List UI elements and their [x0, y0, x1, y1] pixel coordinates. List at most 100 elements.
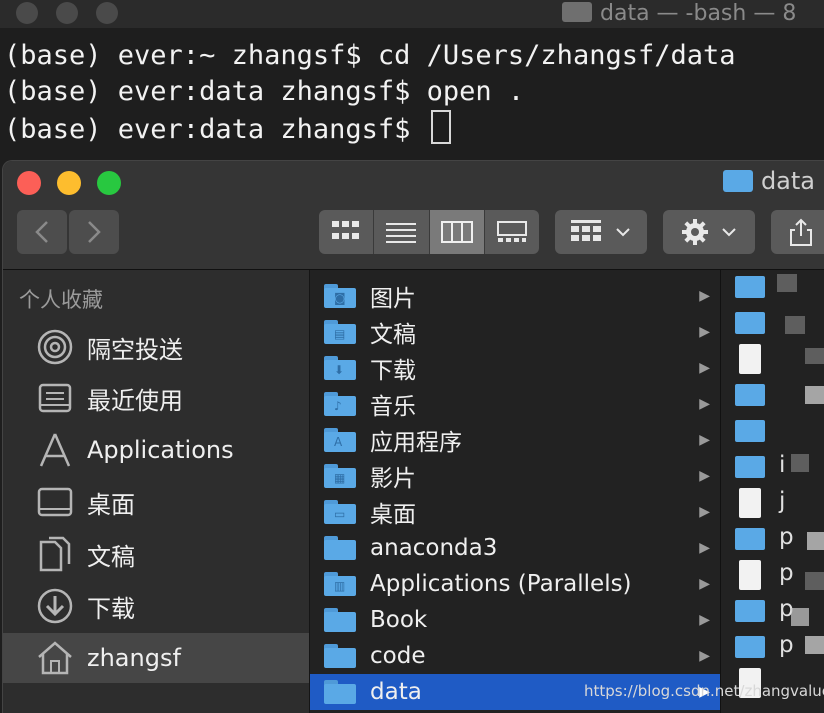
redacted-mark	[791, 608, 809, 626]
list-item[interactable]	[721, 306, 824, 342]
list-item[interactable]: ▤ 文稿 ▶	[310, 314, 720, 350]
list-item[interactable]	[721, 342, 824, 378]
applications-icon	[37, 432, 73, 468]
minimize-icon[interactable]	[57, 171, 81, 195]
gear-icon	[682, 219, 708, 245]
view-mode-control[interactable]	[319, 210, 539, 254]
close-icon[interactable]	[17, 171, 41, 195]
close-icon[interactable]	[16, 2, 38, 24]
sidebar-item-downloads[interactable]: 下载	[3, 581, 309, 631]
disclosure-arrow-icon: ▶	[699, 288, 710, 304]
list-item[interactable]: ◙ 图片 ▶	[310, 278, 720, 314]
share-icon	[790, 218, 812, 246]
disclosure-arrow-icon: ▶	[699, 648, 710, 664]
redacted-mark	[805, 572, 824, 590]
columns-icon	[440, 221, 473, 243]
home-icon	[37, 640, 73, 676]
action-button[interactable]	[663, 210, 755, 254]
list-item[interactable]: ⬇ 下载 ▶	[310, 350, 720, 386]
movies-folder-icon: ▦	[324, 464, 356, 488]
parallels-folder-icon: ▥	[324, 572, 356, 596]
redacted-mark	[805, 348, 824, 364]
redacted-mark	[807, 532, 824, 550]
icon-view-button[interactable]	[319, 210, 375, 254]
disclosure-arrow-icon: ▶	[699, 576, 710, 592]
folder-name: 音乐	[370, 394, 416, 420]
list-item[interactable]: j	[721, 486, 824, 522]
folder-icon	[735, 276, 765, 298]
folder-icon	[324, 536, 356, 560]
sidebar-item-label: 隔空投送	[87, 335, 183, 364]
zoom-icon[interactable]	[96, 2, 118, 24]
terminal-line: (base) ever:~ zhangsf$ cd /Users/zhangsf…	[4, 40, 736, 71]
folder-icon	[735, 600, 765, 622]
disclosure-arrow-icon: ▶	[699, 396, 710, 412]
redacted-mark	[791, 454, 809, 472]
sidebar-item-label: Applications	[87, 436, 234, 464]
column-home-contents: ◙ 图片 ▶ ▤ 文稿 ▶ ⬇ 下载 ▶ ♪ 音乐 ▶ A 应用程序 ▶ ▦ 影片 ▶ ▭ 桌面 ▶ ana…	[310, 270, 721, 713]
sidebar-item-recents[interactable]: 最近使用	[3, 373, 309, 423]
list-item[interactable]: A 应用程序 ▶	[310, 422, 720, 458]
back-button[interactable]	[17, 210, 67, 254]
terminal-output[interactable]: (base) ever:~ zhangsf$ cd /Users/zhangsf…	[4, 38, 736, 146]
column-view-button[interactable]	[429, 210, 485, 254]
sidebar-item-label: 下载	[87, 594, 135, 623]
disclosure-arrow-icon: ▶	[699, 360, 710, 376]
airdrop-icon	[37, 329, 73, 365]
folder-icon	[324, 680, 356, 704]
list-item[interactable]	[721, 378, 824, 414]
gallery-view-button[interactable]	[485, 210, 539, 254]
folder-icon	[324, 644, 356, 668]
list-item[interactable]	[721, 270, 824, 306]
list-item[interactable]: ▭ 桌面 ▶	[310, 494, 720, 530]
group-button[interactable]	[555, 210, 647, 254]
terminal-titlebar: data — -bash — 8	[0, 0, 824, 28]
folder-name: 应用程序	[370, 430, 462, 456]
sidebar-item-label: zhangsf	[87, 644, 181, 672]
list-icon	[386, 223, 417, 243]
sidebar-item-label: 文稿	[87, 542, 135, 571]
sidebar-item-airdrop[interactable]: 隔空投送	[3, 322, 309, 372]
terminal-prompt-line[interactable]: (base) ever:data zhangsf$	[4, 110, 736, 146]
list-item[interactable]: p	[721, 630, 824, 666]
folder-name: Book	[370, 607, 428, 633]
list-item[interactable]: anaconda3 ▶	[310, 530, 720, 566]
sidebar-item-documents[interactable]: 文稿	[3, 529, 309, 579]
list-item[interactable]: p	[721, 522, 824, 558]
documents-icon	[37, 536, 73, 572]
desktop-icon	[37, 484, 73, 520]
list-item[interactable]: ▥ Applications (Parallels) ▶	[310, 566, 720, 602]
redacted-mark	[777, 274, 797, 292]
folder-icon	[735, 312, 765, 334]
sidebar-item-applications[interactable]: Applications	[3, 425, 309, 475]
minimize-icon[interactable]	[56, 2, 78, 24]
share-button[interactable]	[771, 210, 824, 254]
zoom-icon[interactable]	[97, 171, 121, 195]
terminal-title: data — -bash — 8	[562, 0, 796, 28]
folder-name: anaconda3	[370, 535, 498, 561]
list-item[interactable]	[721, 414, 824, 450]
group-icon	[571, 220, 601, 241]
list-item[interactable]: ▦ 影片 ▶	[310, 458, 720, 494]
icon-grid-icon	[332, 221, 360, 239]
sidebar-item-desktop[interactable]: 桌面	[3, 477, 309, 527]
folder-icon	[735, 384, 765, 406]
document-icon	[739, 560, 761, 590]
sidebar-item-home[interactable]: zhangsf	[3, 633, 309, 683]
list-item[interactable]: p	[721, 594, 824, 630]
redacted-mark	[805, 386, 824, 404]
folder-name: 文稿	[370, 322, 416, 348]
list-item[interactable]: ♪ 音乐 ▶	[310, 386, 720, 422]
list-item[interactable]: i	[721, 450, 824, 486]
list-item[interactable]: Book ▶	[310, 602, 720, 638]
list-item[interactable]: p	[721, 558, 824, 594]
terminal-window: data — -bash — 8 (base) ever:~ zhangsf$ …	[0, 0, 824, 162]
finder-window: data 个人收藏 隔空投送 最近使用 Applications 桌面 文稿 下…	[2, 160, 824, 713]
list-view-button[interactable]	[374, 210, 430, 254]
sidebar-item-label: 最近使用	[87, 386, 183, 415]
folder-name: 下载	[370, 358, 416, 384]
downloads-icon	[37, 588, 73, 624]
list-item[interactable]: code ▶	[310, 638, 720, 674]
music-folder-icon: ♪	[324, 392, 356, 416]
forward-button[interactable]	[69, 210, 119, 254]
